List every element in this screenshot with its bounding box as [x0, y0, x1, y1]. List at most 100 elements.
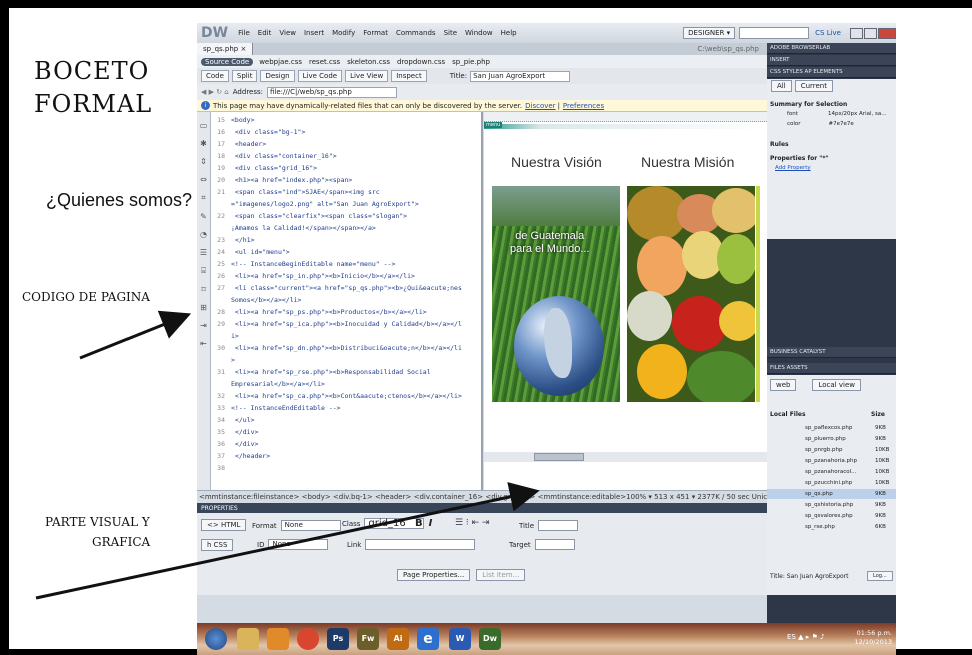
id-select[interactable]: None: [268, 539, 329, 550]
design-view[interactable]: menu Nuestra Visión Nuestra Misión de Gu…: [484, 112, 767, 490]
system-tray[interactable]: ES ▲ ▸ ⚑ ♪: [787, 633, 824, 641]
css-all-button[interactable]: All: [771, 80, 792, 92]
start-button[interactable]: [205, 628, 227, 650]
source-code-button[interactable]: Source Code: [201, 57, 254, 66]
link-input[interactable]: [365, 539, 476, 550]
related-file[interactable]: webpjae.css: [259, 58, 302, 66]
bold-button[interactable]: B: [415, 518, 423, 529]
tag-selector[interactable]: <mmtinstance:fileinstance> <body> <div.b…: [199, 493, 626, 501]
italic-button[interactable]: I: [429, 518, 433, 529]
file-row[interactable]: sp_rse.php 6KB: [767, 522, 896, 532]
toolbar-icon[interactable]: ⇤: [197, 339, 210, 348]
html-mode-button[interactable]: <> HTML: [201, 519, 247, 531]
toolbar-icon[interactable]: ⌑: [197, 285, 210, 294]
file-row[interactable]: sp_pluerro.php 9KB: [767, 434, 896, 444]
menu-commands[interactable]: Commands: [396, 29, 436, 37]
toolbar-icon[interactable]: ⌗: [197, 193, 210, 203]
toolbar-icon[interactable]: ✱: [197, 139, 210, 148]
media-player-icon[interactable]: [267, 628, 289, 650]
panel-browserlab[interactable]: ADOBE BROWSERLAB: [767, 43, 896, 54]
menu-file[interactable]: File: [238, 29, 250, 37]
maximize-button[interactable]: [864, 27, 877, 39]
target-select[interactable]: [534, 539, 575, 550]
panel-css-styles[interactable]: CSS STYLES AP ELEMENTS: [767, 67, 896, 78]
chrome-icon[interactable]: [297, 628, 319, 650]
code-view[interactable]: ▭ ✱ ⇕ ⇔ ⌗ ✎ ◔ ☰ ⌸ ⌑ ⊞ ⇥ ⇤ 15 <body> 16 <div class="bg…: [197, 112, 483, 490]
file-row[interactable]: sp_pzucchini.php 10KB: [767, 478, 896, 488]
panel-insert[interactable]: INSERT: [767, 55, 896, 66]
file-row[interactable]: sp_qsvalores.php 9KB: [767, 511, 896, 521]
menu-modify[interactable]: Modify: [332, 29, 355, 37]
dreamweaver-icon[interactable]: Dw: [479, 628, 501, 650]
menu-format[interactable]: Format: [363, 29, 388, 37]
live-code-button[interactable]: Live Code: [297, 70, 343, 82]
file-row-selected[interactable]: sp_qs.php 9KB: [767, 489, 896, 499]
toolbar-icon[interactable]: ⌸: [197, 266, 210, 276]
menu-site[interactable]: Site: [444, 29, 457, 37]
file-row[interactable]: sp_pzanahoracol... 10KB: [767, 467, 896, 477]
inspect-button[interactable]: Inspect: [391, 70, 427, 82]
address-input[interactable]: file:///C|/web/sp_qs.php: [267, 86, 398, 98]
horizontal-scrollbar[interactable]: [484, 452, 767, 462]
internet-explorer-icon[interactable]: e: [417, 628, 439, 650]
title-prop-input[interactable]: [538, 520, 579, 531]
minimize-button[interactable]: [850, 27, 863, 39]
menu-view[interactable]: View: [279, 29, 296, 37]
toolbar-icon[interactable]: ⊞: [197, 303, 210, 312]
menu-window[interactable]: Window: [465, 29, 493, 37]
discover-link[interactable]: Discover: [525, 102, 555, 110]
page-properties-button[interactable]: Page Properties...: [397, 569, 471, 581]
view-select[interactable]: Local view: [812, 379, 861, 391]
toolbar-icon[interactable]: ⇔: [197, 175, 210, 184]
toolbar-icon[interactable]: ⇥: [197, 321, 210, 330]
illustrator-icon[interactable]: Ai: [387, 628, 409, 650]
file-row[interactable]: sp_pnrgb.php 10KB: [767, 445, 896, 455]
panel-files[interactable]: FILES ASSETS: [767, 363, 896, 374]
word-icon[interactable]: W: [449, 628, 471, 650]
list-icons[interactable]: ☰ ⁝ ⇤ ⇥: [455, 518, 490, 528]
file-row[interactable]: sp_paflexcos.php 9KB: [767, 423, 896, 433]
file-row[interactable]: sp_pzanahoria.php 10KB: [767, 456, 896, 466]
log-button[interactable]: Log...: [867, 571, 893, 581]
toolbar-icon[interactable]: ◔: [197, 230, 210, 239]
menu-insert[interactable]: Insert: [304, 29, 324, 37]
target-label: Target: [509, 540, 531, 549]
photoshop-icon[interactable]: Ps: [327, 628, 349, 650]
css-mode-button[interactable]: h CSS: [201, 539, 234, 551]
nav-arrows-icon[interactable]: ◀ ▶ ↻ ⌂: [201, 88, 229, 96]
panel-business-catalyst[interactable]: BUSINESS CATALYST: [767, 347, 896, 358]
site-select[interactable]: web: [770, 379, 797, 391]
scroll-thumb[interactable]: [534, 453, 584, 461]
menu-bar: DW File Edit View Insert Modify Format C…: [197, 23, 896, 43]
related-file[interactable]: sp_pie.php: [452, 58, 490, 66]
css-current-button[interactable]: Current: [794, 80, 833, 92]
add-property-link[interactable]: Add Property: [775, 165, 811, 171]
search-input[interactable]: [739, 27, 810, 39]
toolbar-icon[interactable]: ⇕: [197, 157, 210, 166]
toolbar-icon[interactable]: ☰: [197, 248, 210, 257]
fireworks-icon[interactable]: Fw: [357, 628, 379, 650]
cslive-button[interactable]: CS Live: [815, 29, 841, 37]
related-file[interactable]: reset.css: [309, 58, 340, 66]
list-item-button[interactable]: List Item...: [476, 569, 526, 581]
toolbar-icon[interactable]: ▭: [197, 121, 210, 130]
menu-edit[interactable]: Edit: [258, 29, 272, 37]
format-select[interactable]: None: [280, 520, 341, 531]
split-view-button[interactable]: Split: [231, 70, 258, 82]
related-file[interactable]: dropdown.css: [397, 58, 445, 66]
close-button[interactable]: [878, 27, 896, 39]
title-label: Title:: [449, 72, 468, 80]
related-file[interactable]: skeleton.css: [347, 58, 390, 66]
menu-help[interactable]: Help: [501, 29, 517, 37]
explorer-icon[interactable]: [237, 628, 259, 650]
file-row[interactable]: sp_qshistoria.php 9KB: [767, 500, 896, 510]
preferences-link[interactable]: Preferences: [563, 102, 604, 110]
design-view-button[interactable]: Design: [260, 70, 295, 82]
tab-sp-qs[interactable]: sp_qs.php ×: [197, 43, 254, 55]
toolbar-icon[interactable]: ✎: [197, 212, 210, 221]
workspace-switcher[interactable]: DESIGNER ▾: [683, 27, 736, 39]
code-line: Empresarial</b></a></li>: [231, 380, 325, 388]
live-view-button[interactable]: Live View: [345, 70, 389, 82]
title-input[interactable]: San Juan AgroExport: [470, 70, 571, 82]
code-view-button[interactable]: Code: [201, 70, 229, 82]
